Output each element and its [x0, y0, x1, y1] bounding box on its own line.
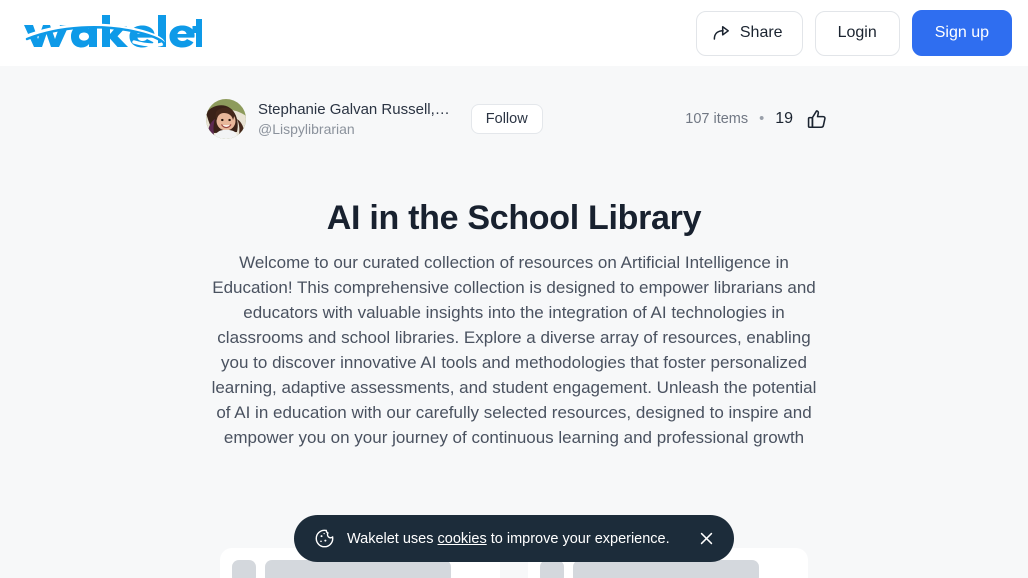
login-button[interactable]: Login — [814, 10, 900, 56]
share-button-label: Share — [739, 24, 783, 41]
site-header: Share Login Sign up — [0, 0, 1028, 66]
cookie-banner-text: Wakelet uses cookies to improve your exp… — [335, 531, 695, 547]
author-name[interactable]: Stephanie Galvan Russell,… — [258, 101, 450, 119]
collection-author-bar: Stephanie Galvan Russell,… @Lispylibrari… — [0, 99, 1028, 139]
like-count: 19 — [775, 110, 793, 127]
cookies-link[interactable]: cookies — [438, 531, 487, 547]
skeleton-thumbnail — [540, 560, 564, 578]
signup-button-label: Sign up — [934, 24, 989, 41]
close-cookie-banner-button[interactable] — [695, 528, 717, 550]
share-icon — [713, 25, 729, 40]
follow-button[interactable]: Follow — [470, 104, 543, 134]
skeleton-title-bar — [573, 560, 759, 578]
skeleton-thumbnail — [232, 560, 256, 578]
stats-separator: • — [759, 111, 765, 127]
skeleton-title-bar — [265, 560, 451, 578]
collection-description: Welcome to our curated collection of res… — [211, 253, 817, 447]
collection-stats: 107 items • 19 — [685, 108, 828, 130]
like-button[interactable] — [806, 108, 828, 130]
cookie-text-before: Wakelet uses — [347, 530, 438, 547]
login-button-label: Login — [837, 24, 877, 41]
wakelet-logo[interactable] — [16, 13, 202, 53]
author-handle[interactable]: @Lispylibrarian — [258, 121, 450, 138]
author-text-block: Stephanie Galvan Russell,… @Lispylibrari… — [258, 101, 450, 138]
follow-button-label: Follow — [485, 111, 528, 127]
header-actions: Share Login Sign up — [695, 10, 1012, 56]
cookie-text-after: to improve your experience. — [486, 530, 670, 547]
avatar[interactable] — [206, 99, 246, 139]
cookie-consent-banner: Wakelet uses cookies to improve your exp… — [294, 515, 734, 562]
items-count: 107 items — [685, 111, 749, 127]
avatar-image — [206, 99, 246, 139]
share-button[interactable]: Share — [695, 10, 803, 56]
cookie-icon — [315, 529, 334, 548]
wakelet-logo-icon — [23, 15, 202, 48]
page-title: AI in the School Library — [326, 199, 702, 237]
author-info: Stephanie Galvan Russell,… @Lispylibrari… — [206, 99, 543, 139]
thumbs-up-icon — [807, 110, 826, 129]
close-icon — [700, 532, 712, 545]
signup-button[interactable]: Sign up — [911, 10, 1012, 56]
